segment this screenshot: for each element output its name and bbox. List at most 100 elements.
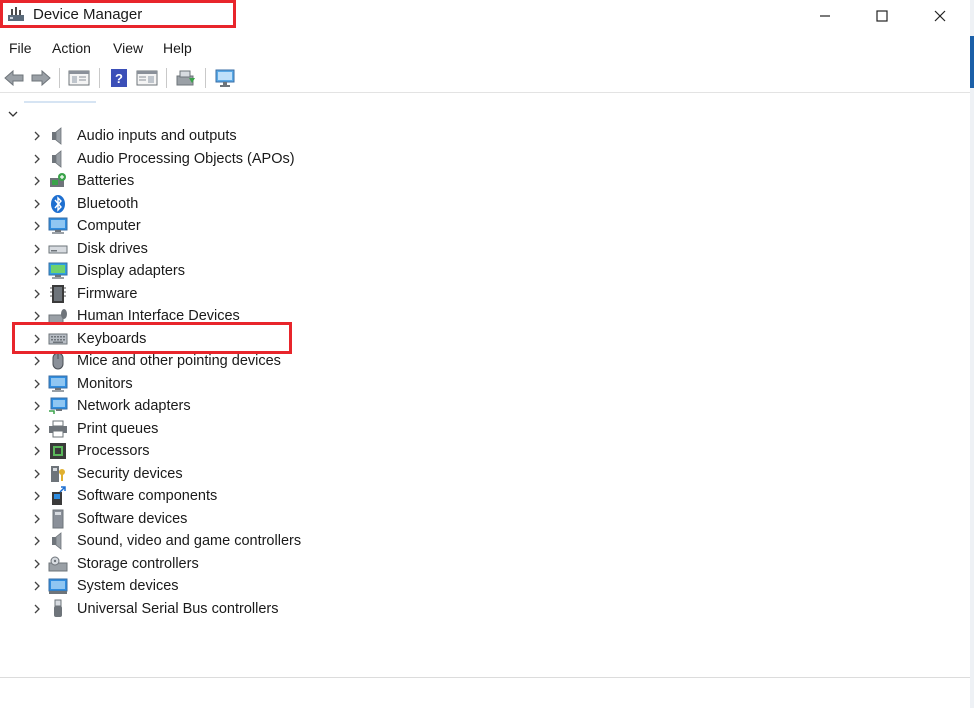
expand-chevron-icon[interactable] (30, 489, 44, 503)
expand-chevron-icon[interactable] (30, 422, 44, 436)
help-button[interactable]: ? (107, 66, 131, 90)
tree-item-label: Monitors (77, 375, 133, 392)
tree-item-batteries[interactable]: Batteries (30, 170, 430, 192)
update-driver-icon (176, 70, 195, 86)
tree-item-system-devices[interactable]: System devices (30, 575, 430, 597)
computer-icon (48, 216, 68, 236)
tree-item-disk-drives[interactable]: Disk drives (30, 238, 430, 260)
expand-chevron-icon[interactable] (30, 152, 44, 166)
firmware-icon (48, 284, 68, 304)
svg-text:?: ? (115, 71, 123, 86)
tree-item-storage-controllers[interactable]: Storage controllers (30, 553, 430, 575)
expand-chevron-icon[interactable] (30, 354, 44, 368)
expand-chevron-icon[interactable] (30, 287, 44, 301)
expand-chevron-icon[interactable] (30, 309, 44, 323)
display-adapter-icon (48, 261, 68, 281)
expand-chevron-icon[interactable] (30, 557, 44, 571)
tree-item-monitors[interactable]: Monitors (30, 373, 430, 395)
expand-chevron-icon[interactable] (30, 197, 44, 211)
expand-chevron-icon[interactable] (30, 467, 44, 481)
back-button[interactable] (2, 66, 26, 90)
tree-item-label: Print queues (77, 420, 159, 437)
expand-chevron-icon[interactable] (30, 602, 44, 616)
tree-item-label: Disk drives (77, 240, 148, 257)
tree-item-software-components[interactable]: Software components (30, 485, 430, 507)
toolbar-separator (99, 68, 100, 88)
menu-action[interactable]: Action (52, 40, 91, 56)
minimize-button[interactable] (796, 0, 854, 32)
usb-icon (48, 599, 68, 619)
tree-item-software-devices[interactable]: Software devices (30, 508, 430, 530)
root-collapse-chevron-icon[interactable] (6, 107, 20, 121)
expand-chevron-icon[interactable] (30, 444, 44, 458)
forward-icon (31, 69, 51, 87)
toolbar: ? (0, 64, 970, 92)
show-hidden-icon (136, 70, 158, 86)
disk-drive-icon (48, 239, 68, 259)
storage-controller-icon (48, 554, 68, 574)
tree-item-sound-video-and-game-controllers[interactable]: Sound, video and game controllers (30, 530, 430, 552)
back-icon (4, 69, 24, 87)
maximize-icon (876, 10, 888, 22)
tree-item-label: Bluetooth (77, 195, 139, 212)
tree-item-bluetooth[interactable]: Bluetooth (30, 193, 430, 215)
expand-chevron-icon[interactable] (30, 534, 44, 548)
minimize-icon (820, 15, 830, 17)
expand-chevron-icon[interactable] (30, 242, 44, 256)
maximize-button[interactable] (853, 0, 911, 32)
menu-help[interactable]: Help (163, 40, 192, 56)
tree-item-firmware[interactable]: Firmware (30, 283, 430, 305)
close-button[interactable] (911, 0, 969, 32)
tree-item-label: Universal Serial Bus controllers (77, 600, 279, 617)
tree-item-label: Mice and other pointing devices (77, 353, 281, 369)
toolbar-separator (59, 68, 60, 88)
expand-chevron-icon[interactable] (30, 129, 44, 143)
tree-item-processors[interactable]: Processors (30, 440, 430, 462)
tree-item-security-devices[interactable]: Security devices (30, 463, 430, 485)
update-driver-button[interactable] (174, 66, 198, 90)
software-device-icon (48, 509, 68, 529)
expand-chevron-icon[interactable] (30, 579, 44, 593)
menu-view[interactable]: View (113, 40, 143, 56)
tree-header-indicator (24, 101, 96, 103)
battery-icon (48, 171, 68, 191)
menu-file[interactable]: File (9, 40, 32, 56)
forward-button[interactable] (29, 66, 53, 90)
tree-item-network-adapters[interactable]: Network adapters (30, 395, 430, 417)
expand-chevron-icon[interactable] (30, 264, 44, 278)
tree-item-label: Audio Processing Objects (APOs) (77, 150, 295, 167)
tree-item-computer[interactable]: Computer (30, 215, 430, 237)
tree-item-universal-serial-bus-controllers[interactable]: Universal Serial Bus controllers (30, 598, 430, 620)
expand-chevron-icon[interactable] (30, 399, 44, 413)
monitor-icon (48, 374, 68, 394)
properties-button[interactable] (67, 66, 91, 90)
keyboards-highlight-box (12, 322, 292, 354)
help-icon: ? (111, 69, 127, 87)
expand-chevron-icon[interactable] (30, 174, 44, 188)
toolbar-separator (205, 68, 206, 88)
expand-chevron-icon[interactable] (30, 377, 44, 391)
tree-item-label: Processors (77, 443, 150, 459)
menu-bar: File Action View Help (0, 37, 970, 61)
mouse-icon (48, 351, 68, 371)
tree-item-audio-inputs-and-outputs[interactable]: Audio inputs and outputs (30, 125, 430, 147)
expand-chevron-icon[interactable] (30, 512, 44, 526)
tree-item-label: Batteries (77, 173, 135, 189)
tree-item-audio-processing-objects-apos[interactable]: Audio Processing Objects (APOs) (30, 148, 430, 170)
tree-item-label: Computer (77, 218, 141, 234)
properties-icon (68, 70, 90, 86)
tree-item-print-queues[interactable]: Print queues (30, 418, 430, 440)
tree-item-display-adapters[interactable]: Display adapters (30, 260, 430, 282)
expand-chevron-icon[interactable] (30, 219, 44, 233)
processor-icon (48, 441, 68, 461)
software-component-icon (48, 486, 68, 506)
scan-hardware-button[interactable] (213, 66, 237, 90)
window-edge (970, 0, 974, 708)
system-device-icon (48, 576, 68, 596)
network-adapter-icon (48, 396, 68, 416)
title-bar[interactable]: Device Manager (0, 0, 970, 33)
security-device-icon (48, 464, 68, 484)
close-icon (934, 10, 946, 22)
show-hidden-button[interactable] (135, 66, 159, 90)
printer-icon (48, 419, 68, 439)
